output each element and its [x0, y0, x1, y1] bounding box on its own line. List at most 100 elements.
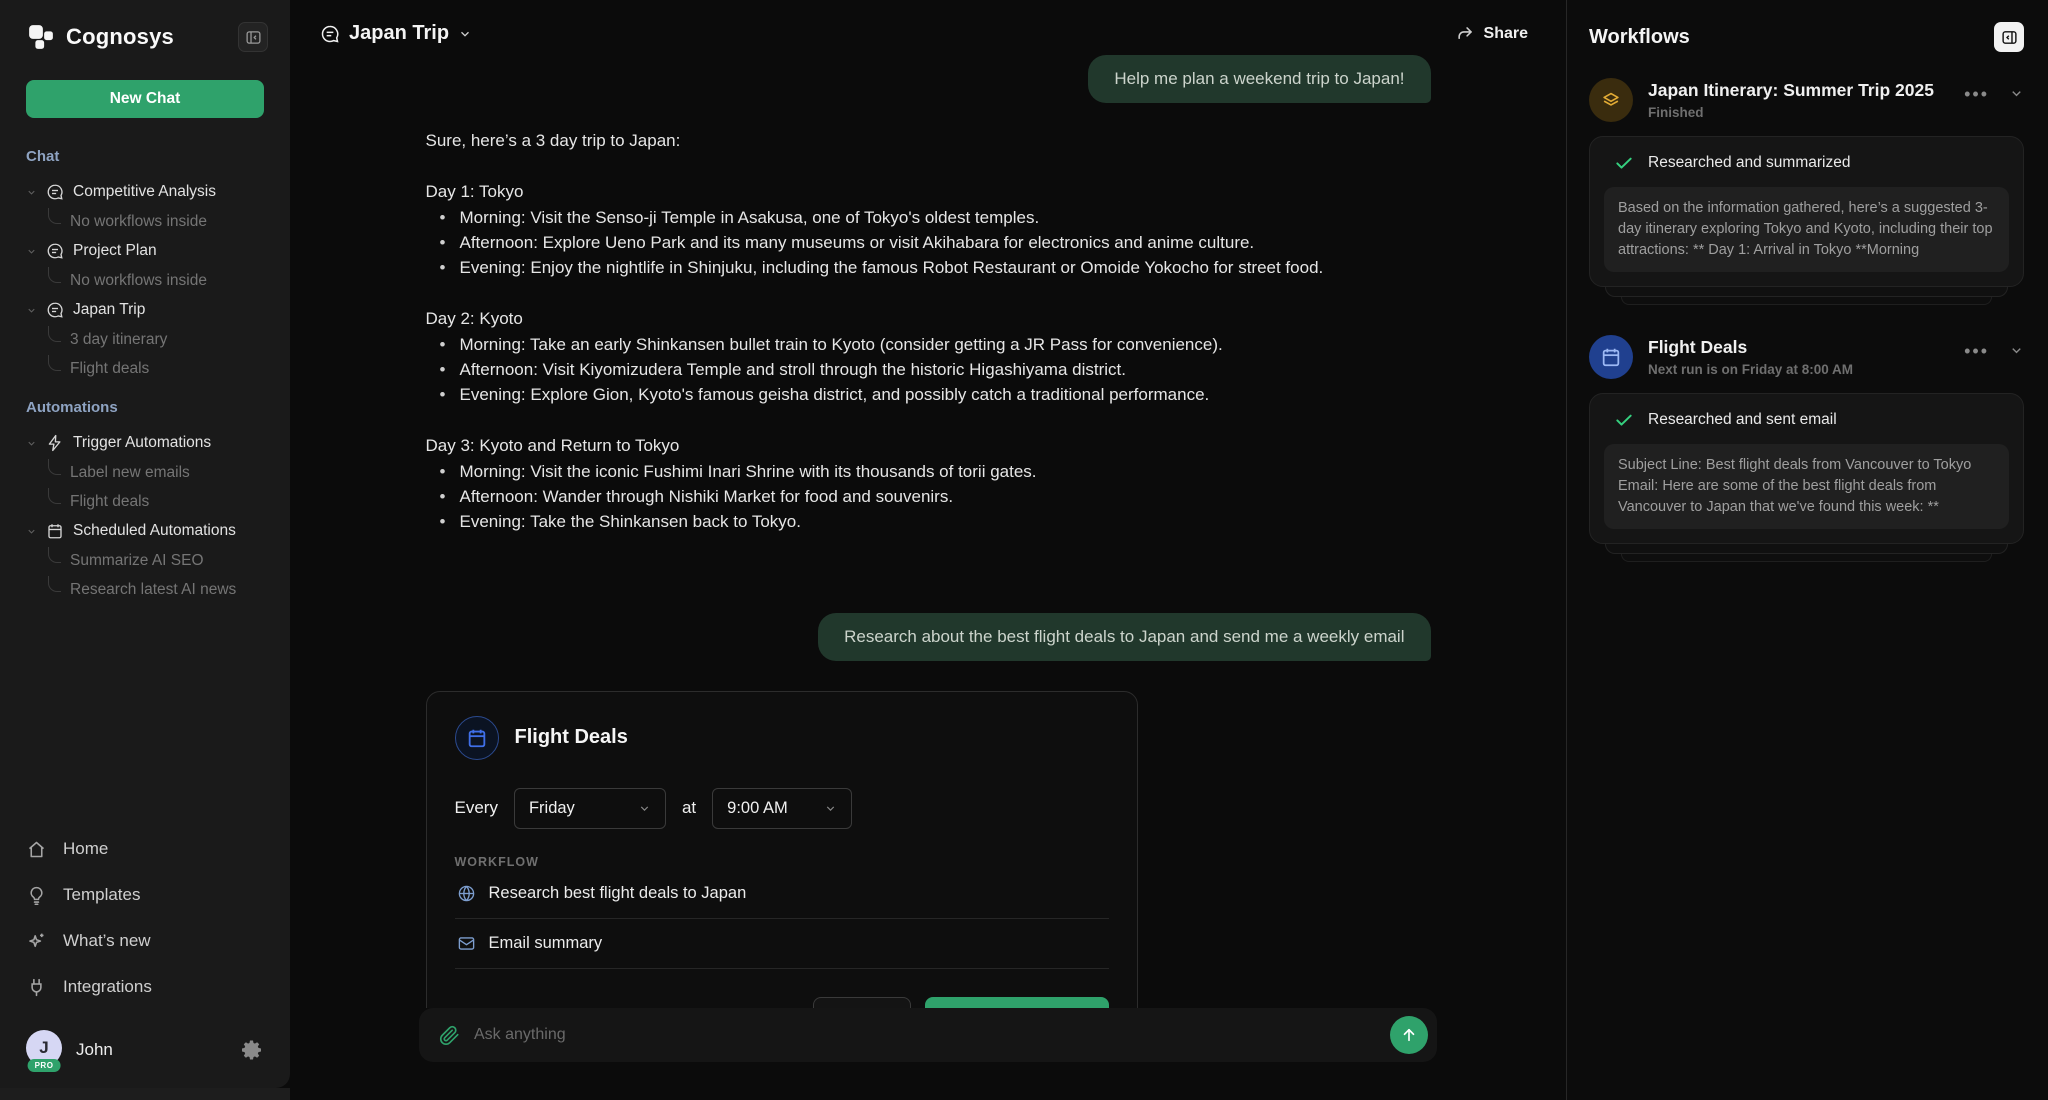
itinerary-bullet: Morning: Take an early Shinkansen bullet…	[426, 333, 1431, 358]
sidebar-subitem-flight-deals-automation[interactable]: Flight deals	[26, 487, 276, 516]
chat-title-dropdown[interactable]: Japan Trip	[320, 22, 472, 45]
workflow-section-label: WORKFLOW	[455, 855, 1109, 869]
chevron-down-icon[interactable]	[2009, 86, 2024, 101]
sidebar-bottom-nav: Home Templates What’s new Integrations	[0, 830, 290, 1006]
sidebar-item-scheduled-automations[interactable]: Scheduled Automations	[26, 516, 276, 546]
share-button[interactable]: Share	[1456, 24, 1528, 43]
more-options-icon[interactable]: •••	[1964, 346, 1989, 356]
chat-scroll-region[interactable]: Help me plan a weekend trip to Japan! Su…	[290, 51, 1566, 1008]
nav-item-home[interactable]: Home	[26, 830, 264, 868]
tree-elbow	[48, 547, 61, 563]
chevron-down-icon	[26, 187, 37, 198]
home-icon	[26, 839, 47, 860]
itinerary-bullet: Evening: Explore Gion, Kyoto's famous ge…	[426, 383, 1431, 408]
chevron-down-icon	[26, 305, 37, 316]
globe-icon	[457, 884, 476, 903]
workflow-card-japan-itinerary: Japan Itinerary: Summer Trip 2025 Finish…	[1589, 78, 2024, 305]
assistant-intro: Sure, here’s a 3 day trip to Japan:	[426, 129, 1431, 154]
dismiss-button[interactable]: Dismiss	[813, 997, 911, 1008]
chevron-down-icon	[26, 438, 37, 449]
sparkles-icon	[26, 931, 47, 952]
day-select[interactable]: Friday	[514, 788, 666, 829]
result-title: Researched and summarized	[1648, 154, 1850, 172]
arrow-up-icon	[1400, 1026, 1418, 1044]
section-label-chat: Chat	[26, 148, 276, 165]
itinerary-bullet: Evening: Enjoy the nightlife in Shinjuku…	[426, 256, 1431, 281]
workflow-status: Next run is on Friday at 8:00 AM	[1648, 362, 1949, 377]
itinerary-day-1: Day 1: Tokyo Morning: Visit the Senso-ji…	[426, 180, 1431, 281]
workflow-card-header[interactable]: Japan Itinerary: Summer Trip 2025 Finish…	[1589, 78, 2024, 122]
flight-deals-scheduler-card: Flight Deals Every Friday at 9:00 AM	[426, 691, 1138, 1008]
chevron-down-icon	[824, 802, 837, 815]
checkmark-icon	[1614, 410, 1634, 430]
app-root: Cognosys New Chat Chat Competitive Analy…	[0, 0, 2048, 1100]
envelope-icon	[457, 934, 476, 953]
gear-icon[interactable]	[240, 1038, 264, 1062]
tree-elbow	[48, 459, 61, 475]
sidebar-item-japan-trip[interactable]: Japan Trip	[26, 295, 276, 325]
nav-item-integrations[interactable]: Integrations	[26, 968, 264, 1006]
panel-collapse-icon[interactable]	[1994, 22, 2024, 52]
time-select[interactable]: 9:00 AM	[712, 788, 852, 829]
lightning-icon	[46, 434, 64, 452]
user-message-bubble: Research about the best flight deals to …	[818, 613, 1430, 661]
scheduler-title: Flight Deals	[515, 726, 628, 749]
sidebar-subitem-3-day-itinerary[interactable]: 3 day itinerary	[26, 325, 276, 354]
at-label: at	[682, 798, 696, 818]
workflow-step-research[interactable]: Research best flight deals to Japan	[455, 869, 1109, 919]
pro-badge: PRO	[28, 1059, 61, 1072]
workflow-result-card: Researched and sent email Subject Line: …	[1589, 393, 2024, 544]
workflow-card-header[interactable]: Flight Deals Next run is on Friday at 8:…	[1589, 335, 2024, 379]
send-button[interactable]	[1390, 1016, 1428, 1054]
chat-icon	[46, 183, 64, 201]
tree-elbow	[48, 326, 61, 342]
chevron-down-icon	[638, 802, 651, 815]
user-message-bubble: Help me plan a weekend trip to Japan!	[1088, 55, 1430, 103]
calendar-icon	[455, 716, 499, 760]
tree-elbow	[48, 355, 61, 371]
sidebar-collapse-icon[interactable]	[238, 22, 268, 52]
calendar-icon	[46, 522, 64, 540]
chat-icon	[46, 242, 64, 260]
more-options-icon[interactable]: •••	[1964, 89, 1989, 99]
message-composer	[419, 1008, 1437, 1062]
lightbulb-icon	[26, 885, 47, 906]
sidebar-item-trigger-automations[interactable]: Trigger Automations	[26, 428, 276, 458]
sidebar-subitem-research-latest-ai-news[interactable]: Research latest AI news	[26, 575, 276, 604]
itinerary-bullet: Afternoon: Explore Ueno Park and its man…	[426, 231, 1431, 256]
calendar-icon	[1589, 335, 1633, 379]
itinerary-bullet: Morning: Visit the Senso-ji Temple in As…	[426, 206, 1431, 231]
sidebar-item-project-plan[interactable]: Project Plan	[26, 236, 276, 266]
sidebar-subitem: No workflows inside	[26, 207, 276, 236]
sidebar-subitem-flight-deals[interactable]: Flight deals	[26, 354, 276, 383]
save-and-approve-button[interactable]: Save and Approve	[925, 997, 1108, 1008]
workflow-status: Finished	[1648, 105, 1949, 120]
paperclip-icon[interactable]	[439, 1025, 460, 1046]
sidebar-tree: Chat Competitive Analysis No workflows i…	[0, 118, 290, 830]
section-label-automations: Automations	[26, 399, 276, 416]
sidebar-subitem-label-new-emails[interactable]: Label new emails	[26, 458, 276, 487]
user-menu[interactable]: J PRO John	[0, 1020, 290, 1070]
plug-icon	[26, 977, 47, 998]
workflow-result-card: Researched and summarized Based on the i…	[1589, 136, 2024, 287]
chevron-down-icon	[26, 526, 37, 537]
new-chat-button[interactable]: New Chat	[26, 80, 264, 118]
checkmark-icon	[1614, 153, 1634, 173]
itinerary-day-3: Day 3: Kyoto and Return to Tokyo Morning…	[426, 434, 1431, 535]
result-preview: Based on the information gathered, here’…	[1604, 187, 2009, 272]
sidebar-subitem-summarize-ai-seo[interactable]: Summarize AI SEO	[26, 546, 276, 575]
nav-item-whats-new[interactable]: What’s new	[26, 922, 264, 960]
workflows-title: Workflows	[1589, 26, 1690, 49]
nav-item-templates[interactable]: Templates	[26, 876, 264, 914]
sidebar-subitem: No workflows inside	[26, 266, 276, 295]
card-stack-layer	[1605, 544, 2008, 554]
chevron-down-icon[interactable]	[2009, 343, 2024, 358]
main-chat-area: Japan Trip Share Help me plan a weekend …	[290, 0, 1566, 1100]
workflow-step-email[interactable]: Email summary	[455, 919, 1109, 969]
itinerary-bullet: Afternoon: Wander through Nishiki Market…	[426, 485, 1431, 510]
sidebar-item-competitive-analysis[interactable]: Competitive Analysis	[26, 177, 276, 207]
card-stack-layer	[1621, 554, 1992, 562]
ask-anything-input[interactable]	[474, 1026, 1376, 1044]
chat-icon	[320, 24, 340, 44]
itinerary-day-2: Day 2: Kyoto Morning: Take an early Shin…	[426, 307, 1431, 408]
